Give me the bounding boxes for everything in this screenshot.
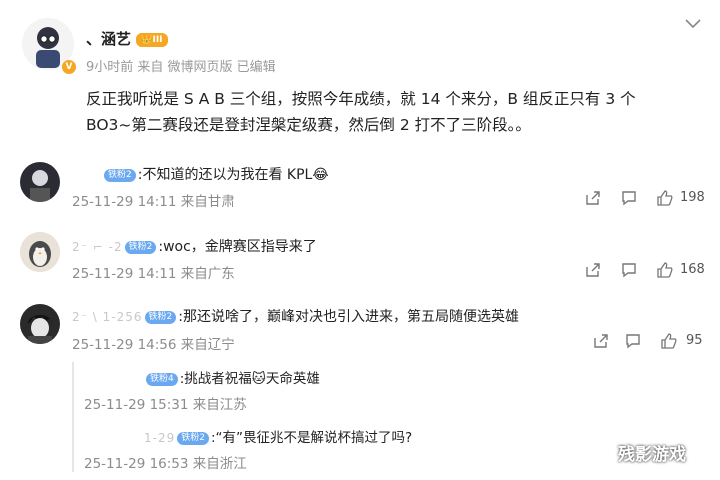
comment-line: 铁粉2:不知道的还以为我在看 KPL😂 [72,164,329,184]
commenter-name[interactable]: 2⁻ ⌐ -2 [72,240,123,254]
comment-line: 2⁻ ⌐ -2 铁粉2:woc，金牌赛区指导来了 [72,236,317,256]
comment-icon[interactable] [620,189,638,211]
comment-date: 25-11-29 14:11 来自甘肃 [72,194,235,210]
comment-avatar[interactable] [20,232,60,272]
chevron-down-icon [685,19,701,29]
comment-icon[interactable] [620,261,638,283]
fan-badge: 铁粉2 [124,240,157,254]
reply-thread-divider [72,362,74,472]
like-count: 168 [680,262,705,277]
share-icon[interactable] [592,332,610,354]
comment-line: 2⁻ \ 1-256 铁粉2:那还说啥了，巅峰对决也引入进来，第五局随便选英雄 [72,306,519,326]
user-avatar-image [20,162,60,202]
reply-text: :挑战者祝福🐱天命英雄 [179,371,320,387]
like-icon[interactable] [656,189,674,211]
share-icon[interactable] [584,261,602,283]
comment-text: :那还说啥了，巅峰对决也引入进来，第五局随便选英雄 [178,309,519,325]
reply-date: 25-11-29 16:53 来自浙江 [84,456,247,472]
post-body-line-1: 反正我听说是 S A B 三个组，按照今年成绩，就 14 个来分，B 组反正只有… [86,90,636,108]
reply-line: 铁粉4:挑战者祝福🐱天命英雄 [84,367,320,387]
vip-level-text: III [152,34,163,45]
comment-avatar[interactable] [20,304,60,344]
like-icon[interactable] [656,261,674,283]
user-avatar-image [20,304,60,344]
post-meta: 9小时前 来自 微博网页版 已编辑 [86,60,276,75]
more-options-icon[interactable] [683,16,703,30]
comment-actions: 95 [584,332,714,352]
vip-level-badge: 👑III [136,32,168,47]
verified-badge-icon: V [62,60,76,74]
author-name-text[interactable]: 、涵艺 [86,30,131,48]
reply-date: 25-11-29 15:31 来自江苏 [84,397,247,413]
reply-line: 1-29 铁粉2:“有”畏征兆不是解说杯搞过了吗? [84,426,412,446]
fan-badge: 铁粉4 [146,372,178,386]
comment-avatar[interactable] [20,162,60,202]
like-icon[interactable] [660,332,678,354]
post-body-line-2: BO3~第二赛段还是登封涅槃定级赛，然后倒 2 打不了三阶段。。 [86,116,531,134]
post-author-name[interactable]: 、涵艺 👑III [86,28,168,49]
comment-actions: 168 [584,261,714,281]
fan-badge: 铁粉2 [104,168,136,182]
commenter-name[interactable]: 2⁻ \ 1-256 [72,310,143,324]
comment-actions: 198 [584,189,714,209]
comment-text: :woc，金牌赛区指导来了 [158,239,317,255]
share-icon[interactable] [584,189,602,211]
fan-badge: 铁粉2 [177,431,209,445]
comment-date: 25-11-29 14:11 来自广东 [72,266,235,282]
user-avatar-image [20,232,60,272]
comment-text: :不知道的还以为我在看 KPL😂 [137,167,329,183]
comment-icon[interactable] [624,332,642,354]
comment-date: 25-11-29 14:56 来自辽宁 [72,337,235,353]
fan-badge: 铁粉2 [144,310,177,324]
like-count: 95 [686,333,703,348]
reply-text: :“有”畏征兆不是解说杯搞过了吗? [210,430,413,446]
like-count: 198 [680,190,705,205]
replier-name[interactable]: 1-29 [84,431,175,445]
watermark: 残影游戏 [618,445,686,465]
post-body: 反正我听说是 S A B 三个组，按照今年成绩，就 14 个来分，B 组反正只有… [86,86,706,138]
